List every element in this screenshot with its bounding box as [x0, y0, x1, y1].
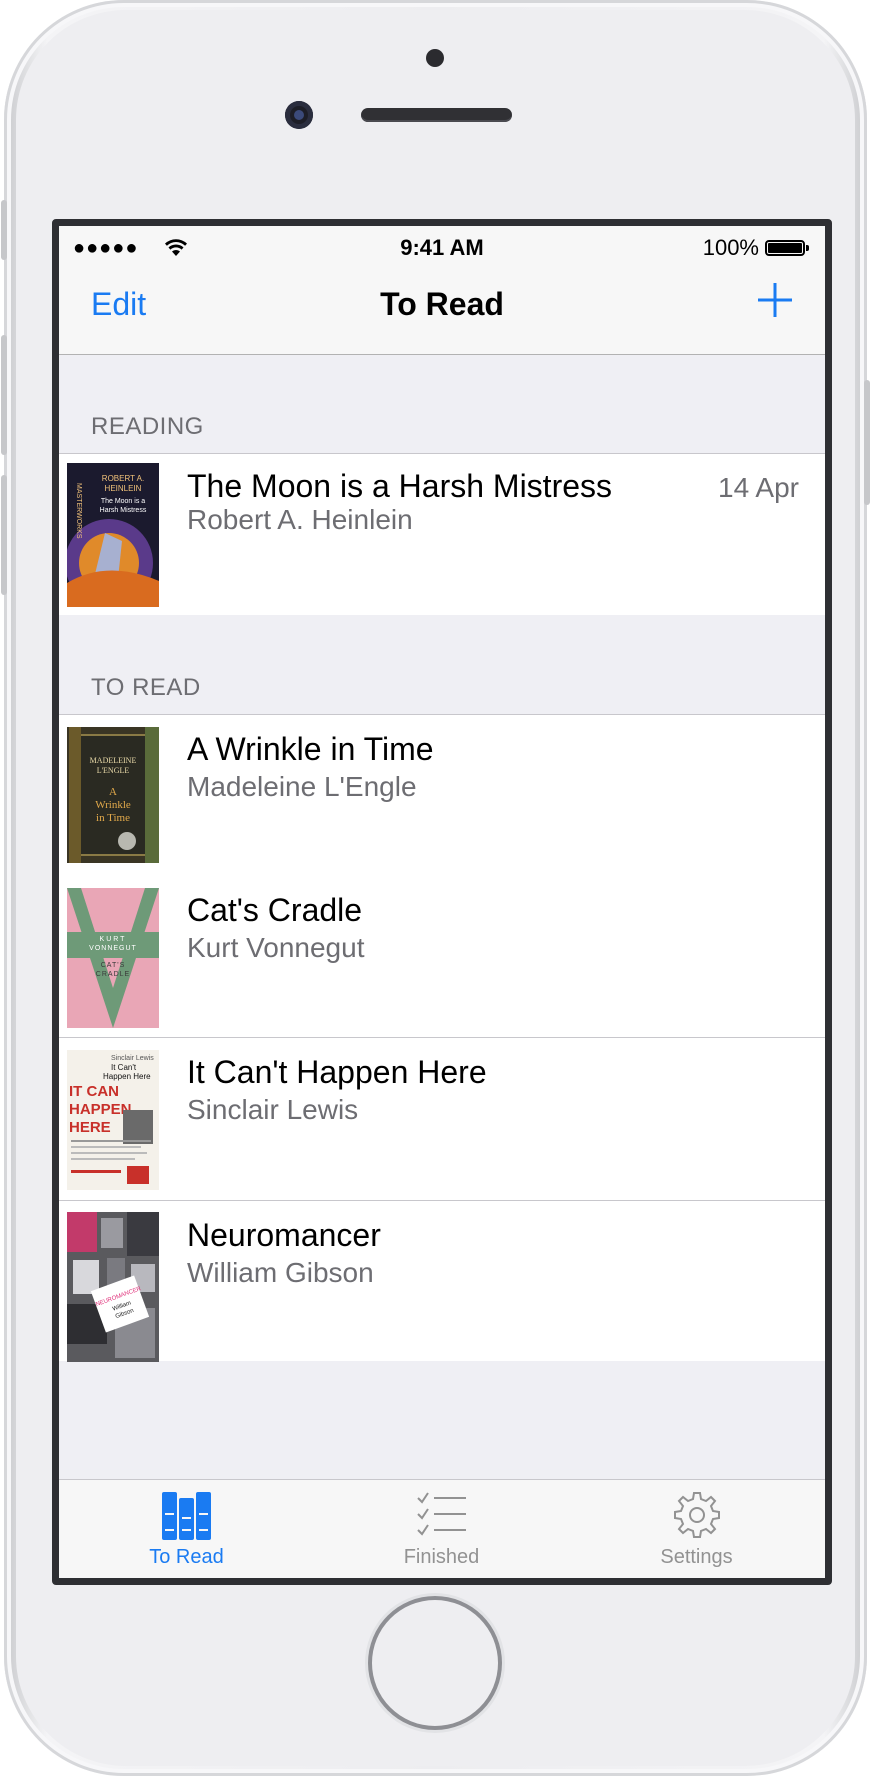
checklist-icon: [416, 1492, 466, 1536]
book-title: It Can't Happen Here: [187, 1054, 487, 1090]
cover-text: Happen Here: [103, 1072, 151, 1081]
cover-text: The Moon is a: [101, 498, 145, 505]
earpiece-speaker: [361, 108, 512, 122]
cover-text: in Time: [96, 812, 130, 824]
book-title: The Moon is a Harsh Mistress: [187, 468, 613, 504]
volume-down-button: [1, 475, 7, 595]
cover-text: ROBERT A.: [102, 474, 144, 483]
cover-text: MASTERWORKS: [75, 483, 82, 539]
book-cover-image: KURT VONNEGUT CAT'S CRADLE: [67, 888, 159, 1028]
volume-up-button: [1, 335, 7, 455]
book-title: Cat's Cradle: [187, 892, 363, 928]
tab-to-read[interactable]: To Read: [59, 1480, 314, 1578]
cover-text: KURT: [100, 936, 127, 943]
cover-art: KURT VONNEGUT CAT'S CRADLE: [67, 888, 159, 1028]
page-title: To Read: [380, 286, 504, 322]
navigation-bar: Edit To Read: [59, 266, 825, 355]
section-label: READING: [91, 413, 204, 440]
tab-label: Settings: [660, 1546, 733, 1568]
cover-art: Sinclair Lewis It Can't Happen Here IT C…: [67, 1050, 159, 1190]
section-header-to-read: TO READ: [59, 615, 825, 714]
book-author: William Gibson: [187, 1257, 374, 1288]
plus-icon[interactable]: [755, 280, 795, 320]
book-author: Robert A. Heinlein: [187, 504, 413, 535]
cover-text: VONNEGUT: [89, 945, 137, 952]
cover-text: Sinclair Lewis: [111, 1055, 154, 1062]
section-header-reading: READING: [59, 355, 825, 453]
cover-text: CRADLE: [96, 971, 130, 978]
book-cover-image: Sinclair Lewis It Can't Happen Here IT C…: [67, 1050, 159, 1190]
battery-percentage: 100%: [702, 235, 759, 260]
app-screen: ●●●●● 9:41 AM 100% Edit To Read READING: [52, 219, 832, 1585]
book-row[interactable]: ROBERT A. HEINLEIN The Moon is a Harsh M…: [59, 453, 825, 616]
cover-text: MADELEINE: [90, 756, 137, 765]
cover-art: NEUROMANCER William Gibson: [67, 1212, 159, 1362]
cover-text: CAT'S: [101, 962, 126, 969]
status-bar: ●●●●● 9:41 AM 100%: [59, 226, 825, 266]
book-row[interactable]: MADELEINE L'ENGLE A Wrinkle in Time A Wr…: [59, 714, 825, 877]
book-author: Sinclair Lewis: [187, 1094, 359, 1125]
tab-label: To Read: [149, 1546, 224, 1568]
book-cover-image: ROBERT A. HEINLEIN The Moon is a Harsh M…: [67, 463, 159, 607]
book-date: 14 Apr: [718, 472, 799, 503]
section-label: TO READ: [91, 674, 201, 701]
book-row[interactable]: NEUROMANCER William Gibson Neuromancer W…: [59, 1201, 825, 1362]
tab-bar: To Read Finished Settings: [59, 1479, 825, 1578]
battery-icon: [765, 240, 809, 256]
cover-text: HERE: [69, 1119, 111, 1136]
tab-label: Finished: [403, 1546, 480, 1568]
proximity-sensor: [426, 49, 444, 67]
tab-finished[interactable]: Finished: [314, 1480, 569, 1578]
cover-text: IT CAN: [69, 1083, 119, 1100]
gear-icon: [673, 1492, 720, 1538]
cover-text: A: [109, 786, 117, 798]
book-row[interactable]: Sinclair Lewis It Can't Happen Here IT C…: [59, 1038, 825, 1201]
cover-text: Wrinkle: [95, 799, 131, 811]
cover-text: It Can't: [111, 1063, 137, 1072]
book-cover-image: NEUROMANCER William Gibson: [67, 1212, 159, 1362]
book-title: A Wrinkle in Time: [187, 731, 434, 767]
cover-text: Harsh Mistress: [100, 507, 147, 514]
book-author: Kurt Vonnegut: [187, 932, 365, 963]
book-author: Madeleine L'Engle: [187, 771, 417, 802]
cover-art: ROBERT A. HEINLEIN The Moon is a Harsh M…: [67, 463, 159, 607]
cover-art: MADELEINE L'ENGLE A Wrinkle in Time: [67, 727, 159, 863]
front-camera: [285, 101, 313, 129]
cover-text: HAPPEN: [69, 1101, 132, 1118]
book-cover-image: MADELEINE L'ENGLE A Wrinkle in Time: [67, 727, 159, 863]
cover-text: HEINLEIN: [105, 484, 142, 493]
power-button: [864, 380, 870, 505]
book-row[interactable]: KURT VONNEGUT CAT'S CRADLE Cat's Cradle …: [59, 876, 825, 1038]
book-title: Neuromancer: [187, 1217, 381, 1253]
books-icon: [161, 1492, 211, 1540]
cover-text: L'ENGLE: [97, 766, 130, 775]
tab-settings[interactable]: Settings: [569, 1480, 824, 1578]
mute-switch: [1, 200, 7, 260]
home-button[interactable]: [368, 1596, 502, 1730]
